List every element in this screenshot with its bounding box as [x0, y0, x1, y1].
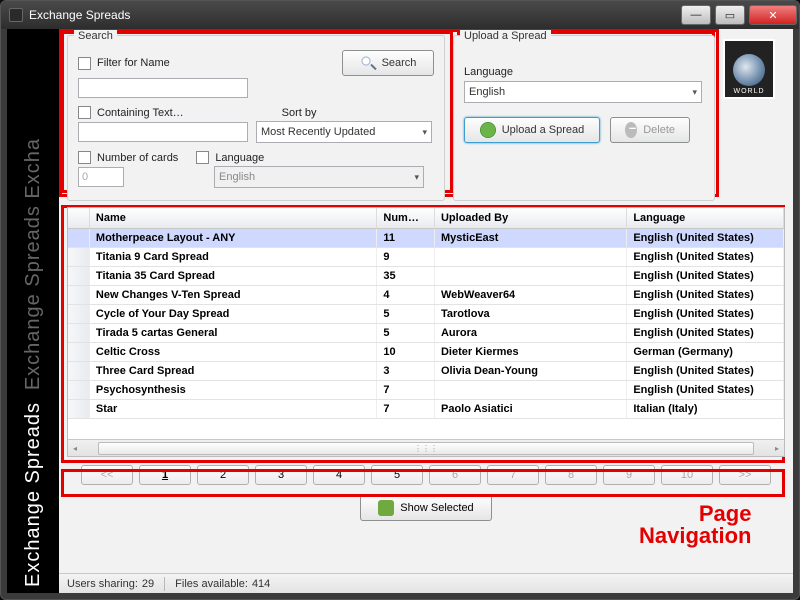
page-button[interactable]: 3 — [255, 465, 307, 485]
table-row[interactable]: Titania 35 Card Spread35English (United … — [68, 267, 784, 286]
chevron-down-icon: ▾ — [414, 172, 419, 183]
page-button[interactable]: 1 — [139, 465, 191, 485]
upload-lang-label: Language — [464, 66, 704, 78]
rail-ghost-text: Exchange Spreads Excha — [22, 132, 45, 396]
table-row[interactable]: Psychosynthesis7English (United States) — [68, 381, 784, 400]
horizontal-scrollbar[interactable]: ◂⋮⋮⋮▸ — [68, 439, 784, 456]
sortby-dropdown[interactable]: Most Recently Updated▾ — [256, 121, 432, 143]
search-group: Search Filter for Name Search — [67, 35, 445, 201]
table-row[interactable]: Cycle of Your Day Spread5TarotlovaEnglis… — [68, 305, 784, 324]
table-row[interactable]: Star7Paolo AsiaticiItalian (Italy) — [68, 400, 784, 419]
page-button[interactable]: 8 — [545, 465, 597, 485]
search-lang-dropdown[interactable]: English▾ — [214, 166, 424, 188]
search-lang-checkbox[interactable] — [196, 151, 209, 164]
window-title: Exchange Spreads — [29, 8, 130, 22]
status-users-value: 29 — [142, 578, 154, 590]
upload-legend: Upload a Spread — [460, 30, 551, 42]
delete-icon — [625, 122, 637, 138]
globe-icon — [733, 54, 765, 86]
close-button[interactable]: ✕ — [749, 5, 797, 25]
table-row[interactable]: Motherpeace Layout - ANY11MysticEastEngl… — [68, 229, 784, 248]
page-button[interactable]: 4 — [313, 465, 365, 485]
table-row[interactable]: Celtic Cross10Dieter KiermesGerman (Germ… — [68, 343, 784, 362]
table-row[interactable]: New Changes V-Ten Spread4WebWeaver64Engl… — [68, 286, 784, 305]
upload-group: Upload a Spread Language English▾ Upload… — [453, 35, 715, 201]
search-icon — [360, 55, 376, 71]
table-row[interactable]: Three Card Spread3Olivia Dean-YoungEngli… — [68, 362, 784, 381]
pagination: << 123456789 10 >> — [67, 465, 785, 485]
numcards-checkbox[interactable] — [78, 151, 91, 164]
titlebar[interactable]: Exchange Spreads — ▭ ✕ — [1, 1, 799, 29]
page-button[interactable]: 5 — [371, 465, 423, 485]
col-lang[interactable]: Language — [627, 208, 784, 228]
status-users-label: Users sharing: — [67, 578, 138, 590]
world-card-image: WORLD — [723, 39, 775, 99]
rail-text: Exchange Spreads — [22, 396, 45, 593]
search-button[interactable]: Search — [342, 50, 434, 76]
minimize-button[interactable]: — — [681, 5, 711, 25]
filter-name-label: Filter for Name — [97, 57, 170, 69]
globe-icon — [480, 122, 496, 138]
numcards-label: Number of cards — [97, 152, 178, 164]
page-button[interactable]: 10 — [661, 465, 713, 485]
containing-checkbox[interactable] — [78, 106, 91, 119]
table-row[interactable]: Titania 9 Card Spread9English (United St… — [68, 248, 784, 267]
filter-name-input[interactable] — [78, 78, 248, 98]
status-bar: Users sharing: 29 Files available: 414 — [59, 573, 793, 593]
page-button[interactable]: 9 — [603, 465, 655, 485]
col-num[interactable]: Num… — [377, 208, 435, 228]
table-row[interactable]: Tirada 5 cartas General5AuroraEnglish (U… — [68, 324, 784, 343]
page-button[interactable]: >> — [719, 465, 771, 485]
containing-label: Containing Text… — [97, 107, 184, 119]
filter-name-checkbox[interactable] — [78, 57, 91, 70]
search-lang-label: Language — [215, 152, 264, 164]
left-rail: Exchange Spreads Excha Exchange Spreads — [7, 29, 59, 593]
col-name[interactable]: Name — [90, 208, 377, 228]
delete-button[interactable]: Delete — [610, 117, 690, 143]
app-icon — [9, 8, 23, 22]
numcards-spinner[interactable]: 0 — [78, 167, 124, 187]
col-by[interactable]: Uploaded By — [435, 208, 627, 228]
containing-input[interactable] — [78, 122, 248, 142]
page-button[interactable]: 2 — [197, 465, 249, 485]
page-button[interactable]: << — [81, 465, 133, 485]
status-files-label: Files available: — [175, 578, 248, 590]
upload-spread-button[interactable]: Upload a Spread — [464, 117, 600, 143]
show-icon — [378, 500, 394, 516]
page-button[interactable]: 6 — [429, 465, 481, 485]
page-button[interactable]: 7 — [487, 465, 539, 485]
spread-grid: Name Num… Uploaded By Language Motherpea… — [67, 207, 785, 457]
chevron-down-icon: ▾ — [422, 127, 427, 138]
chevron-down-icon: ▾ — [692, 87, 697, 98]
sortby-label: Sort by — [282, 107, 317, 119]
upload-lang-dropdown[interactable]: English▾ — [464, 81, 702, 103]
maximize-button[interactable]: ▭ — [715, 5, 745, 25]
status-files-value: 414 — [252, 578, 270, 590]
grid-header: Name Num… Uploaded By Language — [68, 208, 784, 229]
show-selected-button[interactable]: Show Selected — [360, 495, 492, 521]
search-legend: Search — [74, 30, 117, 42]
